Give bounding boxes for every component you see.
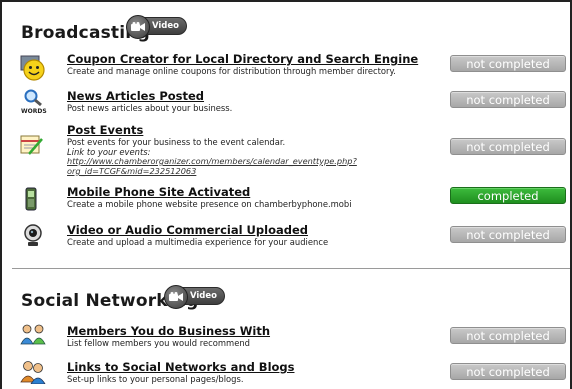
events-link-url-line1[interactable]: http://www.chamberorganizer.com/members/… (67, 156, 357, 166)
video-camera-icon (126, 15, 150, 39)
mobile-phone-icon (24, 187, 50, 213)
section-divider (12, 268, 570, 269)
status-badge[interactable]: not completed (450, 226, 566, 243)
video-button-label: Video (151, 21, 180, 31)
item-title-link[interactable]: Video or Audio Commercial Uploaded (67, 223, 308, 237)
status-badge[interactable]: not completed (450, 55, 566, 72)
item-description: Create a mobile phone website presence o… (67, 199, 352, 209)
item-description: List fellow members you would recommend (67, 338, 250, 348)
item-title-link[interactable]: Mobile Phone Site Activated (67, 185, 250, 199)
item-title-link[interactable]: News Articles Posted (67, 89, 204, 103)
item-description: Post news articles about your business. (67, 103, 233, 113)
words-icon-text: WORDS (21, 108, 47, 115)
video-camera-icon (164, 285, 188, 309)
item-description: Create and manage online coupons for dis… (67, 66, 396, 76)
social-video-button[interactable]: Video (164, 285, 225, 309)
status-badge-completed[interactable]: completed (450, 187, 566, 204)
item-title-link[interactable]: Members You do Business With (67, 324, 270, 338)
calendar-edit-icon (20, 134, 46, 160)
status-badge[interactable]: not completed (450, 327, 566, 344)
smiley-coupon-icon (20, 55, 46, 81)
webcam-icon (22, 223, 48, 249)
item-title-link[interactable]: Coupon Creator for Local Directory and S… (67, 52, 418, 66)
status-badge[interactable]: not completed (450, 138, 566, 155)
status-badge[interactable]: not completed (450, 91, 566, 108)
broadcasting-video-button[interactable]: Video (126, 15, 187, 39)
item-title-link[interactable]: Links to Social Networks and Blogs (67, 360, 294, 374)
magnifier-words-icon: WORDS (21, 89, 48, 115)
item-description: Create and upload a multimedia experienc… (67, 237, 329, 247)
status-badge[interactable]: not completed (450, 363, 566, 380)
item-title-link[interactable]: Post Events (67, 123, 143, 137)
item-description: Post events for your business to the eve… (67, 137, 286, 147)
people-network-icon (20, 324, 46, 350)
video-button-label: Video (189, 291, 218, 301)
events-link-url-line2[interactable]: org_id=TCGF&mid=232512063 (67, 166, 196, 176)
people-links-icon (20, 360, 46, 386)
item-description: Set-up links to your personal pages/blog… (67, 374, 244, 384)
